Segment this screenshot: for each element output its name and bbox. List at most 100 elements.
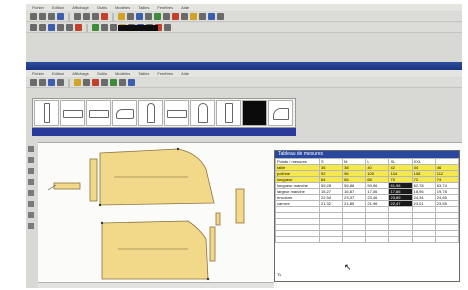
line-tool-icon[interactable] xyxy=(28,157,34,163)
menu-item-view[interactable]: Affichage xyxy=(72,5,89,10)
doc-menu-item[interactable]: Fichier xyxy=(32,71,44,76)
undo-icon[interactable] xyxy=(30,24,37,31)
menu-item-edit[interactable]: Edition xyxy=(52,5,64,10)
redo-icon[interactable] xyxy=(39,24,46,31)
notch-tool-icon[interactable] xyxy=(28,212,34,218)
point-icon[interactable] xyxy=(57,24,64,31)
piece-icon[interactable] xyxy=(92,24,99,31)
line-icon[interactable] xyxy=(66,24,73,31)
doc-menu-item[interactable]: Outils xyxy=(97,71,107,76)
join-icon[interactable] xyxy=(110,24,117,31)
pattern-thumbnail[interactable] xyxy=(216,100,241,126)
ruler-tool-icon[interactable] xyxy=(28,190,34,196)
seam-icon[interactable] xyxy=(199,13,206,20)
doc-menu-item[interactable]: Modèles xyxy=(115,71,130,76)
check-icon[interactable] xyxy=(110,79,117,86)
mouse-cursor-icon: ↖ xyxy=(344,262,352,272)
save-icon[interactable] xyxy=(48,79,55,86)
pattern-thumbnail[interactable] xyxy=(164,100,189,126)
measurement-table-window[interactable]: Tableau de mesures Points / mesures S M … xyxy=(274,150,460,282)
doc-menu-item[interactable]: Fenêtres xyxy=(157,71,173,76)
doc-menu-item[interactable]: Aide xyxy=(181,71,189,76)
cut-icon[interactable] xyxy=(74,13,81,20)
cuff-shape-icon xyxy=(63,110,83,118)
paste-icon[interactable] xyxy=(92,13,99,20)
doc-menu-item[interactable]: Affichage xyxy=(72,71,89,76)
measure-icon[interactable] xyxy=(181,13,188,20)
horizontal-scrollbar[interactable] xyxy=(38,282,274,288)
select-icon[interactable] xyxy=(127,13,134,20)
pattern-thumbnail[interactable] xyxy=(268,100,293,126)
size-icon[interactable] xyxy=(83,79,90,86)
document-menu-bar[interactable]: Fichier Edition Affichage Outils Modèles… xyxy=(26,70,462,77)
rotate-tool-icon[interactable] xyxy=(28,201,34,207)
menu-item-windows[interactable]: Fenêtres xyxy=(157,5,173,10)
print-icon[interactable] xyxy=(57,13,64,20)
empty-cell[interactable] xyxy=(275,236,320,243)
open-file-icon[interactable] xyxy=(39,13,46,20)
facing-shape-icon xyxy=(225,103,233,123)
empty-cell[interactable] xyxy=(388,236,413,243)
pattern-thumbnail[interactable] xyxy=(86,100,111,126)
notch-icon[interactable] xyxy=(190,13,197,20)
menu-item-models[interactable]: Modèles xyxy=(115,5,130,10)
secondary-toolbar xyxy=(26,23,462,33)
copy-icon[interactable] xyxy=(83,13,90,20)
empty-cell[interactable] xyxy=(342,236,367,243)
pattern-thumbnail[interactable] xyxy=(112,100,137,126)
toolbar-separator xyxy=(86,23,88,32)
marker-icon[interactable] xyxy=(164,24,171,31)
new-icon[interactable] xyxy=(30,79,37,86)
refresh-icon[interactable] xyxy=(48,24,55,31)
move-icon[interactable] xyxy=(145,13,152,20)
export-icon[interactable] xyxy=(128,79,135,86)
scissors-tool-icon[interactable] xyxy=(28,179,34,185)
pattern-thumbnail[interactable] xyxy=(190,100,215,126)
pattern-thumbnail[interactable] xyxy=(138,100,163,126)
menu-item-tools[interactable]: Outils xyxy=(97,5,107,10)
pattern-thumbnail[interactable] xyxy=(60,100,85,126)
empty-cell[interactable] xyxy=(434,236,460,243)
mirror-icon[interactable] xyxy=(172,13,179,20)
doc-menu-item[interactable]: Edition xyxy=(52,71,64,76)
save-icon[interactable] xyxy=(48,13,55,20)
delete-icon[interactable] xyxy=(101,13,108,20)
table-icon[interactable] xyxy=(119,79,126,86)
open-icon[interactable] xyxy=(39,79,46,86)
pattern-icon[interactable] xyxy=(74,79,81,86)
split-icon[interactable] xyxy=(101,24,108,31)
facing-piece xyxy=(209,226,216,262)
curve-tool-icon[interactable] xyxy=(28,168,34,174)
grid-icon[interactable] xyxy=(217,13,224,20)
band-shape-icon xyxy=(89,110,109,118)
menu-bar[interactable]: Fichier Edition Affichage Outils Modèles… xyxy=(26,4,462,11)
document-toolbar xyxy=(26,78,462,88)
print-icon[interactable] xyxy=(57,79,64,86)
menu-item-file[interactable]: Fichier xyxy=(32,5,44,10)
empty-cell[interactable] xyxy=(411,236,436,243)
text-tool-icon[interactable] xyxy=(28,223,34,229)
zoom-icon[interactable] xyxy=(136,13,143,20)
grading-point xyxy=(100,221,104,225)
trim-icon[interactable] xyxy=(101,79,108,86)
menu-item-sizes[interactable]: Tailles xyxy=(138,5,149,10)
layer-icon[interactable] xyxy=(208,13,215,20)
pattern-pieces-drawing xyxy=(47,147,245,281)
arrow-tool-icon[interactable] xyxy=(28,146,34,152)
table-footer-label: TL xyxy=(277,272,282,277)
new-file-icon[interactable] xyxy=(30,13,37,20)
pencil-icon[interactable] xyxy=(118,13,125,20)
front-shape-icon xyxy=(198,103,208,123)
collar-piece xyxy=(53,182,81,190)
rotate-icon[interactable] xyxy=(163,13,170,20)
doc-menu-item[interactable]: Tailles xyxy=(138,71,149,76)
grade-icon[interactable] xyxy=(154,13,161,20)
curve-icon[interactable] xyxy=(75,24,82,31)
empty-cell[interactable] xyxy=(365,236,390,243)
pattern-thumbnail-selected[interactable] xyxy=(242,100,267,126)
cut-piece-icon[interactable] xyxy=(92,79,99,86)
pattern-thumbnail[interactable] xyxy=(34,100,59,126)
empty-table-row xyxy=(275,236,460,243)
menu-item-help[interactable]: Aide xyxy=(181,5,189,10)
empty-cell[interactable] xyxy=(318,236,344,243)
